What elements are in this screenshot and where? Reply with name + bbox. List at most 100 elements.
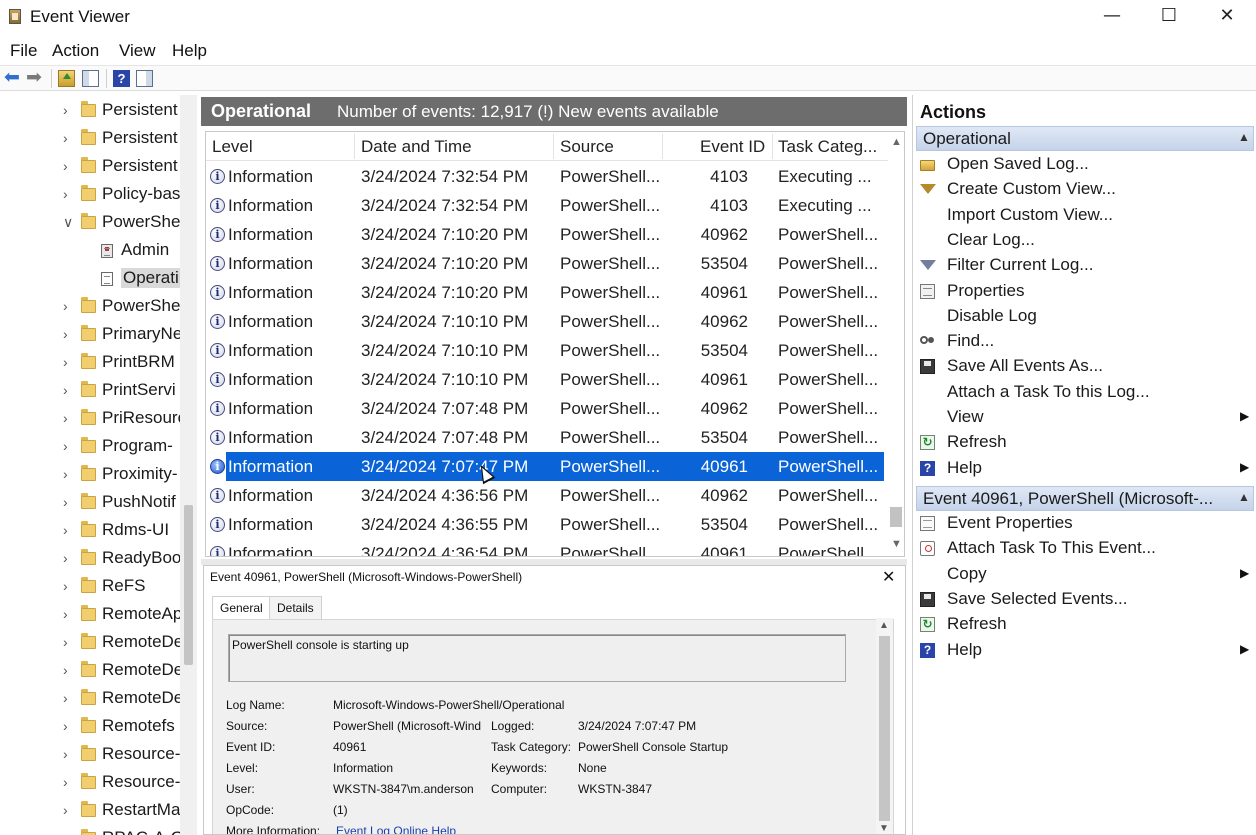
tree-item[interactable]: › Program- xyxy=(0,433,180,461)
column-divider[interactable] xyxy=(662,134,663,159)
chevron-right-icon[interactable]: › xyxy=(63,130,68,146)
chevron-right-icon[interactable]: › xyxy=(63,298,68,314)
event-row[interactable]: i Information 3/24/2024 7:10:10 PM PowerShe… xyxy=(206,307,888,336)
column-divider[interactable] xyxy=(553,134,554,159)
menu-action[interactable]: Action xyxy=(52,41,99,61)
tree-item[interactable]: › PushNotif xyxy=(0,489,180,517)
chevron-right-icon[interactable]: › xyxy=(63,830,68,835)
chevron-right-icon[interactable]: › xyxy=(63,578,68,594)
event-row[interactable]: i Information 3/24/2024 7:07:48 PM PowerShe… xyxy=(206,423,888,452)
actions-section-event[interactable]: Event 40961, PowerShell (Microsoft-... ▲ xyxy=(916,486,1254,511)
tree-item[interactable]: › RPAC-A-G xyxy=(0,825,180,835)
chevron-right-icon[interactable]: › xyxy=(63,774,68,790)
chevron-right-icon[interactable]: › xyxy=(63,186,68,202)
action-find[interactable]: Find... xyxy=(918,329,1254,354)
event-row[interactable]: i Information 3/24/2024 7:07:47 PM PowerShe… xyxy=(206,452,888,481)
tree-item[interactable]: › RemoteDe xyxy=(0,685,180,713)
minimize-button[interactable]: — xyxy=(1083,0,1141,34)
column-divider[interactable] xyxy=(354,134,355,159)
event-row[interactable]: i Information 3/24/2024 7:32:54 PM PowerShe… xyxy=(206,162,888,191)
chevron-right-icon[interactable]: › xyxy=(63,606,68,622)
column-header-date-time[interactable]: Date and Time xyxy=(361,137,472,157)
column-header-event-id[interactable]: Event ID xyxy=(700,137,765,157)
action-create-custom-view[interactable]: Create Custom View... xyxy=(918,177,1254,202)
action-copy[interactable]: Copy ▶ xyxy=(918,562,1254,587)
chevron-right-icon[interactable]: › xyxy=(63,690,68,706)
scroll-down-icon[interactable]: ▼ xyxy=(891,538,902,550)
tree-item[interactable]: Admin xyxy=(0,237,180,265)
event-row[interactable]: i Information 3/24/2024 4:36:56 PM PowerShe… xyxy=(206,481,888,510)
chevron-right-icon[interactable]: › xyxy=(63,550,68,566)
menu-help[interactable]: Help xyxy=(172,41,207,61)
chevron-right-icon[interactable]: › xyxy=(63,438,68,454)
action-attach-task-to-this-event[interactable]: Attach Task To This Event... xyxy=(918,536,1254,561)
tree-item[interactable]: › Resource- xyxy=(0,769,180,797)
tree-item[interactable]: › Rdms-UI xyxy=(0,517,180,545)
chevron-right-icon[interactable]: › xyxy=(63,354,68,370)
event-row[interactable]: i Information 3/24/2024 4:36:55 PM PowerShe… xyxy=(206,510,888,539)
up-folder-icon[interactable] xyxy=(58,70,75,87)
tree-item[interactable]: › RemoteDe xyxy=(0,657,180,685)
action-filter-current-log[interactable]: Filter Current Log... xyxy=(918,253,1254,278)
action-save-selected-events[interactable]: Save Selected Events... xyxy=(918,587,1254,612)
show-hide-tree-icon[interactable] xyxy=(82,70,99,87)
action-open-saved-log[interactable]: Open Saved Log... xyxy=(918,152,1254,177)
action-refresh[interactable]: ↻ Refresh xyxy=(918,612,1254,637)
action-disable-log[interactable]: Disable Log xyxy=(918,304,1254,329)
event-row[interactable]: i Information 3/24/2024 7:07:48 PM PowerShe… xyxy=(206,394,888,423)
tree-scrollbar-thumb[interactable] xyxy=(184,505,193,665)
chevron-down-icon[interactable]: ∨ xyxy=(63,214,73,231)
event-row[interactable]: i Information 3/24/2024 7:10:20 PM PowerShe… xyxy=(206,249,888,278)
chevron-right-icon[interactable]: › xyxy=(63,326,68,342)
chevron-right-icon[interactable]: › xyxy=(63,662,68,678)
tree-scrollbar[interactable] xyxy=(180,95,197,835)
show-hide-action-pane-icon[interactable] xyxy=(136,70,153,87)
tree-item[interactable]: › PowerShe xyxy=(0,293,180,321)
tree-item[interactable]: › Remotefs xyxy=(0,713,180,741)
tree-item[interactable]: › Policy-bas xyxy=(0,181,180,209)
close-window-button[interactable]: ✕ xyxy=(1198,0,1256,34)
event-row[interactable]: i Information 3/24/2024 7:10:20 PM PowerShe… xyxy=(206,220,888,249)
events-scrollbar-thumb[interactable] xyxy=(890,507,902,527)
action-help[interactable]: ? Help ▶ xyxy=(918,456,1254,481)
column-header-source[interactable]: Source xyxy=(560,137,614,157)
tab-details[interactable]: Details xyxy=(269,596,322,620)
chevron-right-icon[interactable]: › xyxy=(63,494,68,510)
column-header-task-category[interactable]: Task Categ... xyxy=(778,137,877,157)
chevron-right-icon[interactable]: › xyxy=(63,382,68,398)
tree-item[interactable]: › Persistent xyxy=(0,125,180,153)
help-icon[interactable]: ? xyxy=(113,70,130,87)
tree-item[interactable]: ∨ PowerShe xyxy=(0,209,180,237)
tree-item[interactable]: › RestartMa xyxy=(0,797,180,825)
tree-item[interactable]: › Resource- xyxy=(0,741,180,769)
forward-arrow-icon[interactable]: ➡ xyxy=(26,68,43,87)
menu-view[interactable]: View xyxy=(119,41,156,61)
tree-item[interactable]: › PriResourc xyxy=(0,405,180,433)
chevron-right-icon[interactable]: › xyxy=(63,102,68,118)
action-help[interactable]: ? Help ▶ xyxy=(918,638,1254,663)
action-import-custom-view[interactable]: Import Custom View... xyxy=(918,203,1254,228)
column-header-level[interactable]: Level xyxy=(212,137,253,157)
event-row[interactable]: i Information 3/24/2024 4:36:54 PM PowerShe… xyxy=(206,539,888,556)
collapse-icon[interactable]: ▲ xyxy=(1238,130,1250,144)
event-row[interactable]: i Information 3/24/2024 7:32:54 PM PowerShe… xyxy=(206,191,888,220)
tree-item[interactable]: › PrintServi xyxy=(0,377,180,405)
maximize-button[interactable]: ☐ xyxy=(1140,0,1198,34)
detail-scrollbar-thumb[interactable] xyxy=(879,636,890,821)
tree-item[interactable]: › Persistent xyxy=(0,153,180,181)
action-clear-log[interactable]: Clear Log... xyxy=(918,228,1254,253)
chevron-right-icon[interactable]: › xyxy=(63,746,68,762)
close-detail-button[interactable]: ✕ xyxy=(882,567,895,587)
action-event-properties[interactable]: Event Properties xyxy=(918,511,1254,536)
scroll-down-icon[interactable]: ▼ xyxy=(879,823,889,834)
tree-item[interactable]: › RemoteDe xyxy=(0,629,180,657)
tree-item[interactable]: Operati xyxy=(0,265,180,293)
chevron-right-icon[interactable]: › xyxy=(63,718,68,734)
action-attach-a-task-to-this-log[interactable]: Attach a Task To this Log... xyxy=(918,380,1254,405)
scroll-up-icon[interactable]: ▲ xyxy=(879,620,889,631)
tree-item[interactable]: › PrintBRM xyxy=(0,349,180,377)
chevron-right-icon[interactable]: › xyxy=(63,634,68,650)
tree-item[interactable]: › PrimaryNe xyxy=(0,321,180,349)
action-view[interactable]: View ▶ xyxy=(918,405,1254,430)
events-scrollbar[interactable]: ▲ ▼ xyxy=(888,132,904,556)
